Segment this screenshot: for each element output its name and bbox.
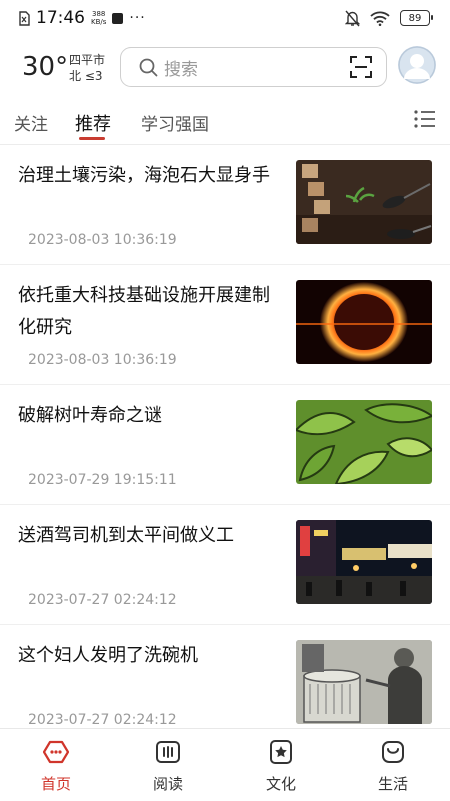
star-badge-icon (270, 740, 292, 764)
tab-xuexi-qiangguo[interactable]: 学习强国 (141, 110, 209, 135)
wifi-icon (370, 11, 390, 26)
news-item[interactable]: 这个妇人发明了洗碗机 2023-07-27 02:24:12 (0, 624, 450, 745)
soil-seedling-image (296, 160, 432, 244)
news-title: 送酒驾司机到太平间做义工 (18, 525, 234, 546)
nav-home[interactable]: 首页 (11, 729, 101, 801)
nav-life-label: 生活 (377, 775, 408, 793)
vintage-dishwasher-photo (296, 640, 432, 724)
scan-icon[interactable] (350, 56, 372, 78)
notification-icon (112, 12, 124, 24)
battery-icon: 89 (400, 10, 433, 26)
sim-icon (19, 10, 30, 26)
nav-culture-label: 文化 (265, 775, 296, 793)
home-hexagon-icon (43, 740, 69, 764)
mute-icon (345, 10, 360, 26)
battery-level: 89 (408, 12, 422, 24)
search-bar[interactable]: 搜索 (120, 47, 387, 87)
news-item[interactable]: 治理土壤污染，海泡石大显身手 2023-08-03 10:36:19 (0, 144, 450, 265)
news-date: 2023-07-27 02:24:12 (28, 592, 177, 608)
news-date: 2023-08-03 10:36:19 (28, 232, 177, 248)
user-avatar-icon (398, 46, 436, 84)
news-date: 2023-07-29 19:15:11 (28, 472, 177, 488)
night-street-image (296, 520, 432, 604)
nav-read-label: 阅读 (152, 775, 183, 793)
life-bag-icon (382, 741, 404, 763)
active-tab-indicator (79, 137, 105, 140)
nav-life[interactable]: 生活 (348, 729, 438, 801)
green-leaves-image (296, 400, 432, 484)
clock: 17:46 (36, 8, 85, 28)
news-title: 破解树叶寿命之谜 (18, 405, 162, 426)
search-icon (139, 58, 158, 76)
news-title: 依托重大科技基础设施开展建制化研究 (18, 285, 270, 338)
net-speed: 388 KB/s (91, 10, 107, 26)
tab-recommend[interactable]: 推荐 (75, 110, 111, 136)
nav-read[interactable]: 阅读 (123, 729, 213, 801)
nav-culture[interactable]: 文化 (236, 729, 326, 801)
news-date: 2023-07-27 02:24:12 (28, 712, 177, 728)
fiery-ring-image (296, 280, 432, 364)
app-header: 30° 四平市 北 ≤3 搜索 (0, 42, 450, 94)
news-item[interactable]: 依托重大科技基础设施开展建制化研究 2023-08-03 10:36:19 (0, 264, 450, 385)
city-name: 四平市 (69, 53, 106, 67)
news-title: 治理土壤污染，海泡石大显身手 (18, 165, 270, 186)
weather-location[interactable]: 四平市 北 ≤3 (69, 52, 105, 84)
more-notifications-icon: ··· (129, 10, 146, 26)
temperature[interactable]: 30° (22, 52, 68, 82)
channel-menu-icon[interactable] (414, 110, 436, 128)
status-bar: 17:46 388 KB/s ··· 89 (0, 0, 450, 36)
news-title: 这个妇人发明了洗碗机 (18, 645, 198, 666)
nav-home-label: 首页 (40, 775, 71, 793)
search-placeholder: 搜索 (164, 59, 198, 80)
news-item[interactable]: 送酒驾司机到太平间做义工 2023-07-27 02:24:12 (0, 504, 450, 625)
book-icon (156, 741, 180, 763)
channel-tabs: 关注 推荐 学习强国 (0, 98, 450, 145)
news-date: 2023-08-03 10:36:19 (28, 352, 177, 368)
bottom-navigation: 首页 阅读 文化 生活 (0, 728, 450, 801)
tab-follow[interactable]: 关注 (14, 110, 48, 135)
wind-level: 北 ≤3 (69, 69, 103, 83)
avatar[interactable] (398, 46, 436, 84)
news-item[interactable]: 破解树叶寿命之谜 2023-07-29 19:15:11 (0, 384, 450, 505)
